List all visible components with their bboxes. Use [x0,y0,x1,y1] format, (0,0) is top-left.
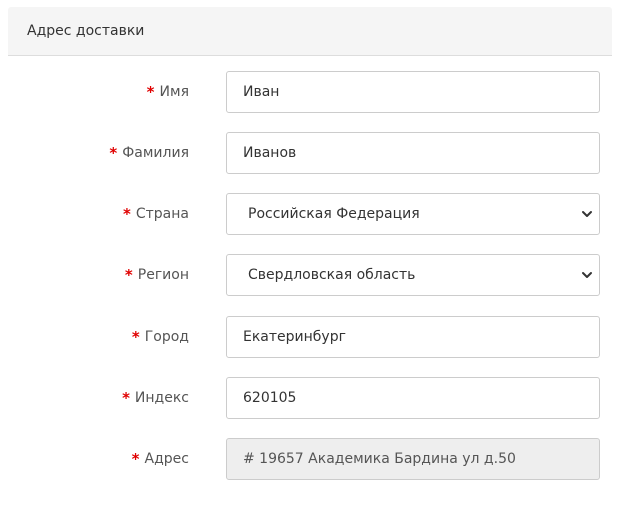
address-label: * Адрес [8,438,189,480]
country-selected-value: Российская Федерация [248,206,420,222]
region-selected-value: Свердловская область [248,267,416,283]
postcode-label-text: Индекс [134,390,189,406]
address-row: * Адрес [8,438,612,480]
country-row: * Страна Российская Федерация [8,193,612,235]
postcode-label: * Индекс [8,377,189,419]
required-marker: * [146,83,155,101]
country-label-text: Страна [135,206,189,222]
required-marker: * [122,389,130,407]
region-select[interactable]: Свердловская область [226,254,600,296]
city-input[interactable] [226,316,600,358]
last-name-input[interactable] [226,132,600,174]
chevron-down-icon [582,211,592,217]
country-label: * Страна [8,193,189,235]
region-label: * Регион [8,254,189,296]
required-marker: * [131,328,140,346]
region-label-text: Регион [137,267,189,283]
postcode-input[interactable] [226,377,600,419]
first-name-row: * Имя [8,71,612,113]
region-row: * Регион Свердловская область [8,254,612,296]
required-marker: * [124,266,133,284]
required-marker: * [109,144,118,162]
country-select[interactable]: Российская Федерация [226,193,600,235]
city-label-text: Город [144,329,189,345]
last-name-label: * Фамилия [8,132,189,174]
last-name-label-text: Фамилия [122,145,189,161]
postcode-row: * Индекс [8,377,612,419]
address-input[interactable] [226,438,600,480]
first-name-label-text: Имя [159,84,189,100]
address-label-text: Адрес [144,451,189,467]
shipping-address-panel: Адрес доставки * Имя * Фамилия * Страна … [8,7,612,507]
first-name-label: * Имя [8,71,189,113]
chevron-down-icon [582,272,592,278]
required-marker: * [131,450,140,468]
panel-title: Адрес доставки [8,7,612,56]
required-marker: * [123,205,131,223]
city-label: * Город [8,316,189,358]
city-row: * Город [8,316,612,358]
last-name-row: * Фамилия [8,132,612,174]
first-name-input[interactable] [226,71,600,113]
